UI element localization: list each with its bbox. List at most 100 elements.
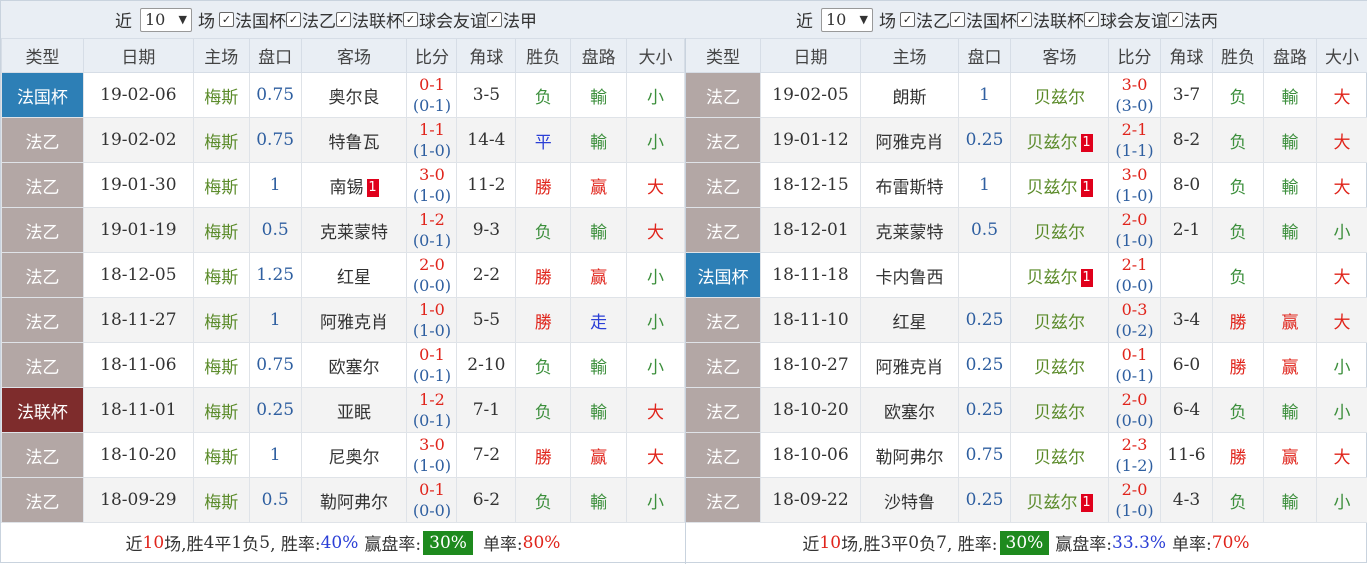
match-type-cell[interactable]: 法乙 <box>2 118 84 163</box>
away-team-cell[interactable]: 贝兹尔 <box>1011 433 1109 478</box>
col-header[interactable]: 盘路 <box>1264 39 1317 73</box>
col-header[interactable]: 盘口 <box>959 39 1011 73</box>
match-type-cell[interactable]: 法乙 <box>2 478 84 523</box>
away-team-cell[interactable]: 贝兹尔1 <box>1011 478 1109 523</box>
col-header[interactable]: 客场 <box>1011 39 1109 73</box>
col-header[interactable]: 角球 <box>457 39 516 73</box>
score-cell[interactable]: 3-0(1-0) <box>1109 163 1161 208</box>
match-type-cell[interactable]: 法乙 <box>2 433 84 478</box>
checkbox-checked-icon[interactable]: ✓ <box>403 12 418 27</box>
home-team-cell[interactable]: 勒阿弗尔 <box>861 433 959 478</box>
filter-checkbox-item[interactable]: ✓法国杯 <box>219 7 286 32</box>
away-team-cell[interactable]: 阿雅克肖 <box>301 298 407 343</box>
home-team-cell[interactable]: 梅斯 <box>193 73 249 118</box>
match-type-cell[interactable]: 法乙 <box>2 343 84 388</box>
col-header[interactable]: 比分 <box>1109 39 1161 73</box>
checkbox-checked-icon[interactable]: ✓ <box>487 12 502 27</box>
col-header[interactable]: 盘口 <box>249 39 301 73</box>
score-cell[interactable]: 2-1(0-0) <box>1109 253 1161 298</box>
score-cell[interactable]: 3-0(1-0) <box>407 163 457 208</box>
away-team-cell[interactable]: 奥尔良 <box>301 73 407 118</box>
score-cell[interactable]: 3-0(1-0) <box>407 433 457 478</box>
away-team-cell[interactable]: 贝兹尔 <box>1011 343 1109 388</box>
filter-checkbox-item[interactable]: ✓法甲 <box>487 7 537 32</box>
away-team-cell[interactable]: 贝兹尔 <box>1011 208 1109 253</box>
score-cell[interactable]: 0-1(0-1) <box>407 343 457 388</box>
home-team-cell[interactable]: 沙特鲁 <box>861 478 959 523</box>
match-type-cell[interactable]: 法国杯 <box>686 253 761 298</box>
score-cell[interactable]: 2-1(1-1) <box>1109 118 1161 163</box>
away-team-cell[interactable]: 克莱蒙特 <box>301 208 407 253</box>
checkbox-checked-icon[interactable]: ✓ <box>1168 12 1183 27</box>
col-header[interactable]: 角球 <box>1161 39 1213 73</box>
filter-checkbox-item[interactable]: ✓法乙 <box>900 7 950 32</box>
match-type-cell[interactable]: 法乙 <box>686 388 761 433</box>
match-count-select[interactable]: 10 ▼ <box>821 8 873 32</box>
match-type-cell[interactable]: 法联杯 <box>2 388 84 433</box>
away-team-cell[interactable]: 亚眠 <box>301 388 407 433</box>
home-team-cell[interactable]: 梅斯 <box>193 298 249 343</box>
col-header[interactable]: 大小 <box>627 39 685 73</box>
checkbox-checked-icon[interactable]: ✓ <box>900 12 915 27</box>
score-cell[interactable]: 3-0(3-0) <box>1109 73 1161 118</box>
away-team-cell[interactable]: 贝兹尔 <box>1011 388 1109 433</box>
home-team-cell[interactable]: 朗斯 <box>861 73 959 118</box>
home-team-cell[interactable]: 梅斯 <box>193 478 249 523</box>
home-team-cell[interactable]: 梅斯 <box>193 253 249 298</box>
col-header[interactable]: 大小 <box>1317 39 1367 73</box>
score-cell[interactable]: 1-0(1-0) <box>407 298 457 343</box>
away-team-cell[interactable]: 特鲁瓦 <box>301 118 407 163</box>
score-cell[interactable]: 0-1(0-1) <box>1109 343 1161 388</box>
checkbox-checked-icon[interactable]: ✓ <box>1084 12 1099 27</box>
score-cell[interactable]: 2-0(0-0) <box>407 253 457 298</box>
match-count-select[interactable]: 10 ▼ <box>140 8 192 32</box>
filter-checkbox-item[interactable]: ✓法乙 <box>286 7 336 32</box>
col-header[interactable]: 类型 <box>686 39 761 73</box>
col-header[interactable]: 胜负 <box>516 39 571 73</box>
checkbox-checked-icon[interactable]: ✓ <box>950 12 965 27</box>
score-cell[interactable]: 2-0(1-0) <box>1109 208 1161 253</box>
away-team-cell[interactable]: 南锡1 <box>301 163 407 208</box>
match-type-cell[interactable]: 法乙 <box>686 118 761 163</box>
match-type-cell[interactable]: 法国杯 <box>2 73 84 118</box>
score-cell[interactable]: 0-1(0-1) <box>407 73 457 118</box>
filter-checkbox-item[interactable]: ✓法联杯 <box>1017 7 1084 32</box>
filter-checkbox-item[interactable]: ✓法国杯 <box>950 7 1017 32</box>
checkbox-checked-icon[interactable]: ✓ <box>1017 12 1032 27</box>
col-header[interactable]: 主场 <box>193 39 249 73</box>
col-header[interactable]: 比分 <box>407 39 457 73</box>
away-team-cell[interactable]: 勒阿弗尔 <box>301 478 407 523</box>
col-header[interactable]: 日期 <box>761 39 861 73</box>
home-team-cell[interactable]: 红星 <box>861 298 959 343</box>
home-team-cell[interactable]: 阿雅克肖 <box>861 118 959 163</box>
score-cell[interactable]: 0-3(0-2) <box>1109 298 1161 343</box>
away-team-cell[interactable]: 贝兹尔1 <box>1011 253 1109 298</box>
col-header[interactable]: 盘路 <box>571 39 627 73</box>
home-team-cell[interactable]: 布雷斯特 <box>861 163 959 208</box>
match-type-cell[interactable]: 法乙 <box>2 163 84 208</box>
col-header[interactable]: 胜负 <box>1213 39 1264 73</box>
score-cell[interactable]: 2-0(1-0) <box>1109 478 1161 523</box>
score-cell[interactable]: 1-2(0-1) <box>407 208 457 253</box>
home-team-cell[interactable]: 卡内鲁西 <box>861 253 959 298</box>
away-team-cell[interactable]: 贝兹尔 <box>1011 73 1109 118</box>
score-cell[interactable]: 1-1(1-0) <box>407 118 457 163</box>
match-type-cell[interactable]: 法乙 <box>2 253 84 298</box>
home-team-cell[interactable]: 欧塞尔 <box>861 388 959 433</box>
checkbox-checked-icon[interactable]: ✓ <box>219 12 234 27</box>
away-team-cell[interactable]: 贝兹尔1 <box>1011 163 1109 208</box>
away-team-cell[interactable]: 贝兹尔1 <box>1011 118 1109 163</box>
filter-checkbox-item[interactable]: ✓球会友谊 <box>1084 7 1168 32</box>
home-team-cell[interactable]: 梅斯 <box>193 388 249 433</box>
away-team-cell[interactable]: 红星 <box>301 253 407 298</box>
home-team-cell[interactable]: 梅斯 <box>193 343 249 388</box>
match-type-cell[interactable]: 法乙 <box>686 298 761 343</box>
away-team-cell[interactable]: 尼奥尔 <box>301 433 407 478</box>
match-type-cell[interactable]: 法乙 <box>686 343 761 388</box>
filter-checkbox-item[interactable]: ✓球会友谊 <box>403 7 487 32</box>
score-cell[interactable]: 2-3(1-2) <box>1109 433 1161 478</box>
filter-checkbox-item[interactable]: ✓法丙 <box>1168 7 1218 32</box>
match-type-cell[interactable]: 法乙 <box>686 163 761 208</box>
col-header[interactable]: 客场 <box>301 39 407 73</box>
match-type-cell[interactable]: 法乙 <box>686 433 761 478</box>
